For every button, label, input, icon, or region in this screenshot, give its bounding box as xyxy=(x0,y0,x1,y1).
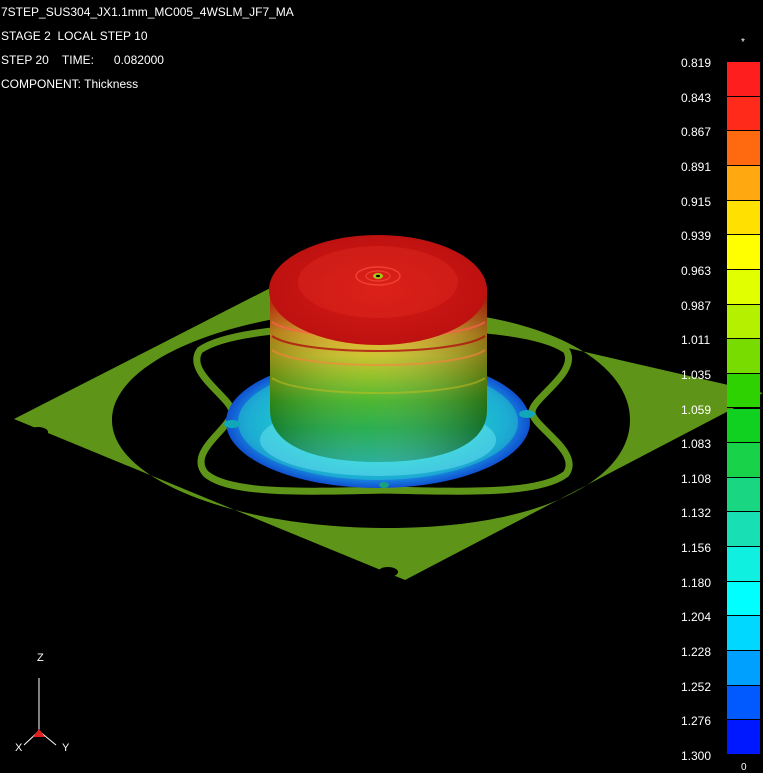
legend-color-band xyxy=(727,96,760,132)
legend-color-band xyxy=(727,685,760,721)
legend-tick-label: 0.843 xyxy=(681,90,712,105)
legend-tick-label: 1.011 xyxy=(681,333,711,348)
legend-bottom-mark: 0 xyxy=(741,762,747,773)
legend-tick-label: 1.035 xyxy=(681,367,712,382)
legend-color-band xyxy=(727,477,760,513)
legend-tick-label: 1.156 xyxy=(681,541,712,556)
legend-color-band xyxy=(727,62,760,97)
legend-tick-label: 0.819 xyxy=(681,56,712,70)
legend-color-band xyxy=(727,131,760,166)
axis-z-label: Z xyxy=(37,652,44,664)
legend-tick-label: 1.059 xyxy=(681,402,712,417)
legend-color-band xyxy=(727,651,760,686)
legend-color-band xyxy=(727,443,760,478)
legend-top-mark: * xyxy=(741,37,745,48)
model-viewport[interactable] xyxy=(0,0,763,771)
legend-color-band xyxy=(727,581,760,617)
legend-color-band xyxy=(727,616,760,652)
legend-tick-label: 0.987 xyxy=(681,298,712,313)
legend-color-band xyxy=(727,165,760,201)
legend-color-band xyxy=(727,408,760,444)
legend-tick-label: 0.915 xyxy=(681,194,712,209)
legend-color-band xyxy=(727,235,760,270)
legend-color-band xyxy=(727,547,760,582)
legend-tick-label: 1.132 xyxy=(681,506,712,521)
legend-tick-label: 1.083 xyxy=(681,437,712,452)
legend-color-band xyxy=(727,269,760,305)
legend-tick-label: 1.228 xyxy=(681,645,712,660)
legend-tick-label: 1.252 xyxy=(681,679,712,694)
legend-tick-label: 0.891 xyxy=(681,159,712,174)
legend-color-band xyxy=(727,720,760,755)
legend-tick-label: 1.300 xyxy=(681,749,712,763)
legend-tick-label: 0.963 xyxy=(681,263,712,278)
legend-color-band xyxy=(727,200,760,236)
legend-tick-label: 1.276 xyxy=(681,714,712,729)
axis-y-label: Y xyxy=(62,742,70,754)
legend-tick-label: 0.939 xyxy=(681,229,712,244)
axis-triad xyxy=(23,678,57,746)
legend-color-band xyxy=(727,304,760,340)
legend-color-band xyxy=(727,373,760,409)
legend-tick-label: 1.204 xyxy=(681,610,712,625)
legend-tick-label: 1.180 xyxy=(681,575,712,590)
plate-notch-bottom xyxy=(378,567,398,577)
axis-x-label: X xyxy=(15,742,23,754)
legend-color-band xyxy=(727,339,760,374)
plate-notch-left xyxy=(28,427,48,437)
legend-tick-label: 1.108 xyxy=(681,471,712,486)
legend-color-band xyxy=(727,512,760,548)
legend-tick-label: 0.867 xyxy=(681,125,712,140)
